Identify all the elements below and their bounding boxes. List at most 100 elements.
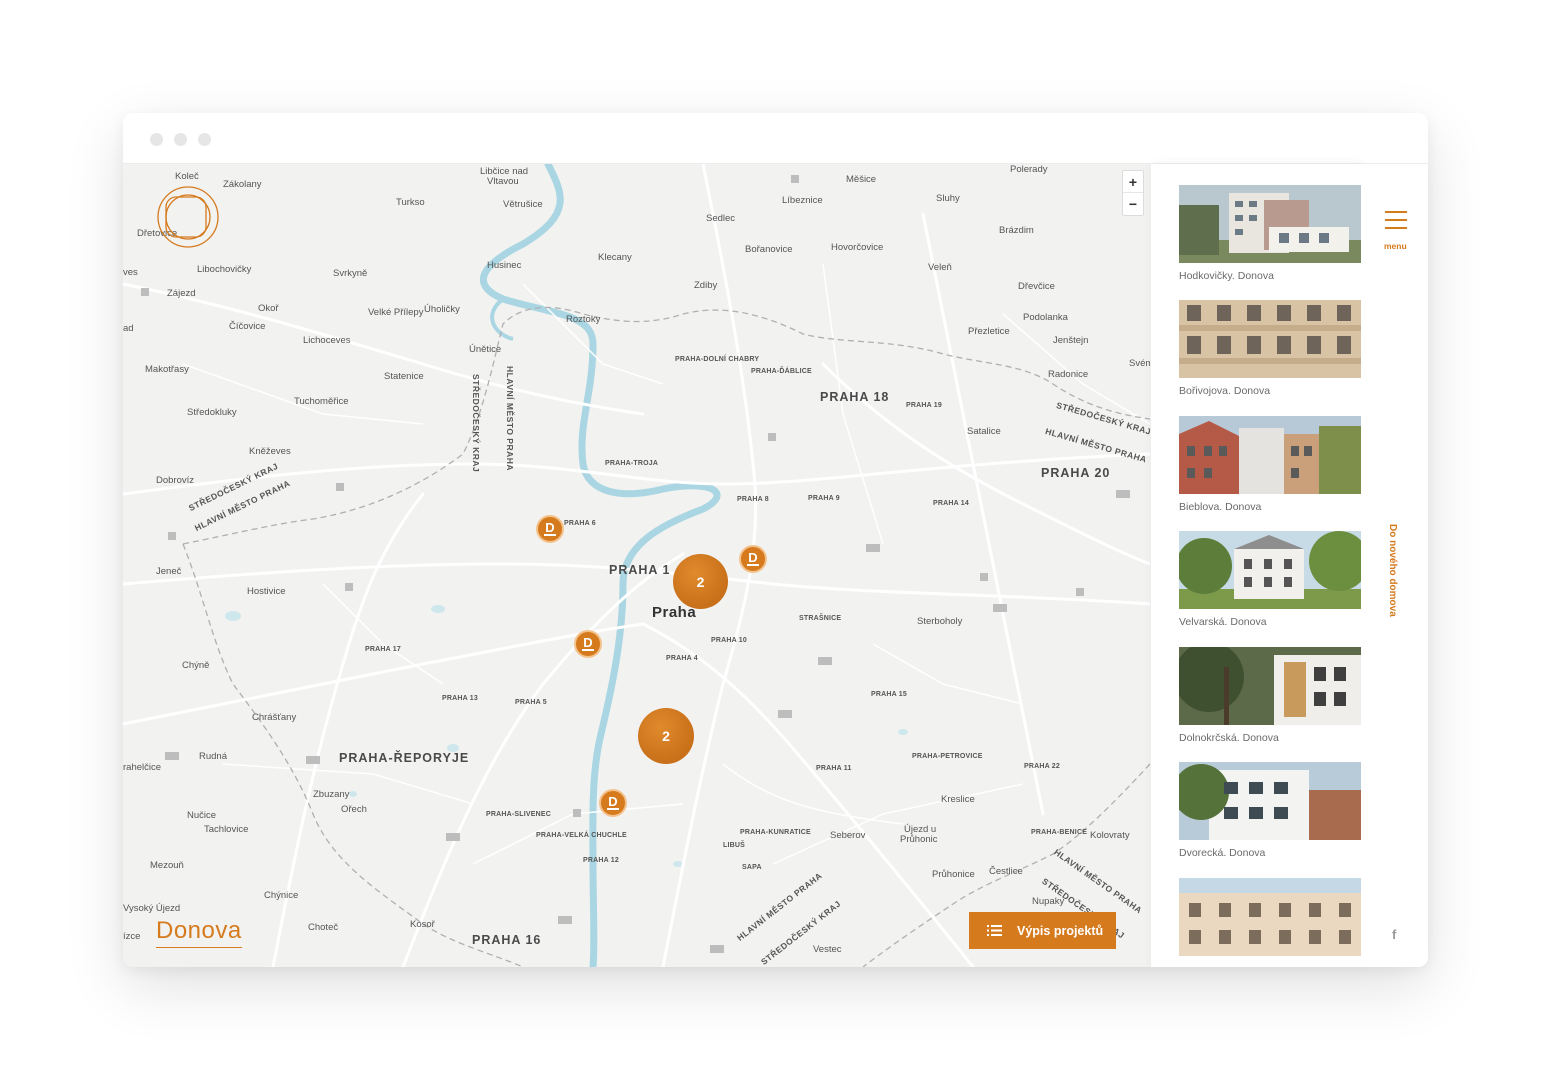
project-card[interactable]: Dvorecká. Donova [1179, 762, 1361, 859]
place-label: Měšice [846, 174, 877, 185]
place-label: Vltavou [487, 176, 519, 187]
window-minimize-dot[interactable] [174, 133, 187, 146]
district-label: PRAHA 14 [933, 500, 969, 507]
place-label: Vysoký Újezd [123, 903, 181, 914]
place-label: Čestlice [989, 866, 1023, 877]
project-thumbnail[interactable] [1179, 878, 1361, 956]
district-label: STRAŠNICE [799, 615, 842, 622]
place-label: Hovorčovice [831, 242, 884, 253]
place-label: Bořanovice [745, 244, 793, 255]
district-label: PRAHA 15 [871, 691, 907, 698]
place-label: Seberov [830, 830, 866, 841]
marker-cluster[interactable]: 2 [638, 708, 694, 764]
district-label: PRAHA-BENICE [1031, 829, 1088, 836]
right-nav-bar: menu Do nového domova f [1361, 164, 1428, 967]
zoom-in-button[interactable]: + [1123, 171, 1143, 193]
facebook-icon[interactable]: f [1392, 927, 1396, 942]
district-label-large: PRAHA 16 [472, 933, 542, 947]
place-label: Průhonic [900, 834, 938, 845]
place-label: ves [123, 267, 138, 278]
project-marker[interactable]: D [599, 789, 627, 817]
project-title[interactable]: Dolnokrčská. Donova [1179, 732, 1361, 744]
place-label: Makotřasy [145, 364, 189, 375]
menu-label[interactable]: menu [1384, 241, 1407, 251]
place-label: Dřevčice [1018, 281, 1055, 292]
project-marker[interactable]: D [574, 630, 602, 658]
district-label: LIBUŠ [723, 842, 745, 849]
place-label: ízce [123, 931, 141, 942]
place-label: Kreslice [941, 794, 975, 805]
project-thumbnail[interactable] [1179, 647, 1361, 725]
project-title[interactable]: Bořivojova. Donova [1179, 385, 1361, 397]
project-thumbnail[interactable] [1179, 762, 1361, 840]
project-thumbnail[interactable] [1179, 531, 1361, 609]
place-label: Nučice [187, 810, 217, 821]
project-marker[interactable]: D [536, 515, 564, 543]
district-label-large: PRAHA-ŘEPORYJE [339, 751, 470, 765]
zoom-out-button[interactable]: − [1123, 193, 1143, 215]
project-card[interactable]: Hodkovičky. Donova [1179, 185, 1361, 282]
brand-wordmark[interactable]: Donova [156, 917, 242, 948]
window-maximize-dot[interactable] [198, 133, 211, 146]
place-label: rahelčice [123, 762, 162, 773]
place-label: Zbuzany [313, 789, 350, 800]
district-label: PRAHA 10 [711, 637, 747, 644]
marker-cluster[interactable]: 2 [673, 554, 728, 609]
project-title[interactable]: Velvarská. Donova [1179, 616, 1361, 628]
project-card[interactable] [1179, 878, 1361, 963]
project-thumbnail[interactable] [1179, 300, 1361, 378]
window-close-dot[interactable] [150, 133, 163, 146]
place-label: Svrkyně [333, 268, 368, 279]
boundary-label: HLAVNÍ MĚSTO PRAHA [505, 366, 515, 472]
place-label: Velké Přílepy [368, 307, 424, 318]
district-label: PRAHA-PETROVICE [912, 753, 983, 760]
project-card[interactable]: Velvarská. Donova [1179, 531, 1361, 628]
place-label: Dobrovíz [156, 475, 195, 486]
district-label-large: PRAHA 1 [609, 563, 671, 577]
place-label: Chrášťany [252, 712, 297, 723]
place-label: Roztoky [566, 314, 601, 325]
project-thumbnail[interactable] [1179, 416, 1361, 494]
map-zoom-control: + − [1122, 170, 1144, 216]
project-title[interactable]: Dvorecká. Donova [1179, 847, 1361, 859]
place-label: ad [123, 323, 134, 334]
boundary-label: STŘEDOČESKÝ KRAJ [471, 374, 481, 473]
project-title[interactable]: Hodkovičky. Donova [1179, 270, 1361, 282]
place-label: Svém [1129, 358, 1150, 369]
place-label: Libochovičky [197, 264, 252, 275]
place-label: Sedlec [706, 213, 736, 224]
donova-logo-mark[interactable] [156, 185, 220, 249]
district-label: PRAHA-TROJA [605, 460, 659, 467]
district-label: PRAHA 22 [1024, 763, 1060, 770]
project-thumbnail[interactable] [1179, 185, 1361, 263]
marker-glyph: D [747, 550, 759, 566]
vertical-link[interactable]: Do nového domova [1387, 524, 1398, 617]
place-label: Tuchoměřice [294, 396, 349, 407]
place-label: Podolanka [1023, 312, 1068, 323]
place-label: Mezouň [150, 860, 184, 871]
district-label: PRAHA 6 [564, 520, 596, 527]
hamburger-menu-icon[interactable] [1385, 211, 1407, 235]
place-label: Veleň [928, 262, 952, 273]
project-card[interactable]: Dolnokrčská. Donova [1179, 647, 1361, 744]
project-marker[interactable]: D [739, 545, 767, 573]
project-sidebar: Hodkovičky. Donova Bořivojova. Donova Bi… [1150, 164, 1361, 967]
project-title[interactable]: Bieblova. Donova [1179, 501, 1361, 513]
project-card[interactable]: Bieblova. Donova [1179, 416, 1361, 513]
place-label: Zdiby [694, 280, 718, 291]
district-label: PRAHA 8 [737, 496, 769, 503]
place-label: Číčovice [229, 321, 266, 332]
place-label: Líbeznice [782, 195, 823, 206]
marker-glyph: D [544, 520, 556, 536]
place-label: Hostivice [247, 586, 286, 597]
map-area[interactable]: Koleč Zákolany Libčice nad Vltavou Turks… [123, 164, 1150, 967]
project-list-button[interactable]: Výpis projektů [969, 912, 1116, 949]
project-card[interactable]: Bořivojova. Donova [1179, 300, 1361, 397]
place-label: Turkso [396, 197, 425, 208]
district-label: SAPA [742, 864, 762, 871]
place-label: Choteč [308, 922, 339, 933]
district-label: PRAHA 4 [666, 655, 698, 662]
district-label-large: PRAHA 18 [820, 390, 890, 404]
place-label: Chýně [182, 660, 210, 671]
place-label: Průhonice [932, 869, 975, 880]
